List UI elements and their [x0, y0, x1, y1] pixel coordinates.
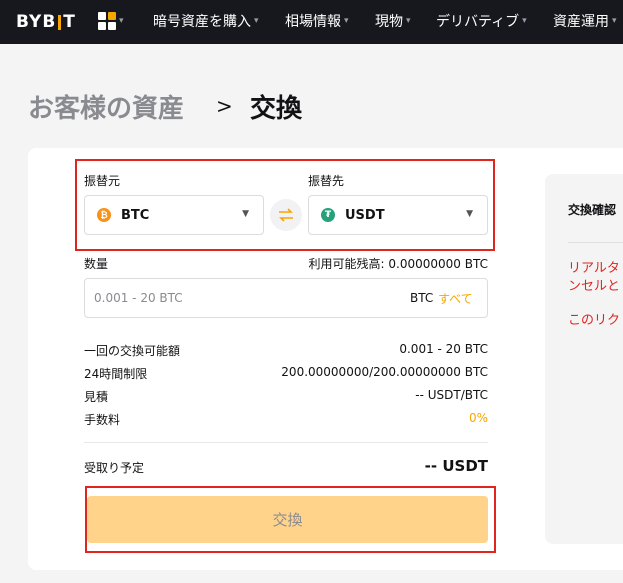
- to-coin-value: USDT: [345, 207, 385, 223]
- confirm-divider: [568, 242, 623, 243]
- nav-item-derivatives[interactable]: デリバティブ ▾: [436, 11, 527, 31]
- chevron-down-icon: ▾: [612, 16, 617, 26]
- nav-item-earn[interactable]: 資産運用 ▾: [553, 11, 617, 31]
- breadcrumb-separator: >: [216, 94, 233, 118]
- breadcrumb-assets-link[interactable]: お客様の資産: [28, 88, 184, 125]
- detail-row: 手数料 0%: [84, 411, 488, 427]
- swap-button[interactable]: [270, 199, 302, 231]
- apps-menu-button[interactable]: ▾: [98, 12, 124, 30]
- all-button[interactable]: すべて: [438, 290, 473, 307]
- swap-arrows-icon: [279, 208, 293, 222]
- from-coin-value: BTC: [121, 207, 150, 223]
- confirm-title: 交換確認: [568, 203, 617, 217]
- top-nav: BYB T ▾ 暗号資産を購入 ▾ 相場情報 ▾ 現物 ▾ デリバティブ ▾ 資産運用 ▾: [0, 0, 623, 44]
- nav-item-markets[interactable]: 相場情報 ▾: [285, 11, 349, 31]
- bybit-logo[interactable]: BYB T: [16, 12, 76, 32]
- chevron-down-icon: ▾: [522, 16, 527, 26]
- divider: [84, 442, 488, 443]
- receive-value: -- USDT: [424, 457, 488, 475]
- exchange-submit-button[interactable]: 交換: [87, 496, 488, 543]
- amount-unit: BTC: [410, 291, 434, 305]
- chevron-down-icon: ▾: [406, 16, 411, 26]
- logo-bar: [58, 14, 62, 30]
- from-coin-select[interactable]: ₿ BTC ▼: [84, 195, 264, 235]
- confirm-notice-line-1: リアルタ: [568, 261, 620, 276]
- nav-item-buy-crypto[interactable]: 暗号資産を購入 ▾: [153, 11, 259, 31]
- detail-row: 見積 -- USDT/BTC: [84, 388, 488, 404]
- amount-input[interactable]: 0.001 - 20 BTC BTC すべて: [84, 278, 488, 318]
- receive-label: 受取り予定: [84, 461, 145, 475]
- logo-text-right: T: [63, 12, 76, 32]
- available-balance: 利用可能残高: 0.00000000 BTC: [308, 257, 488, 271]
- confirm-notice-line-2: ンセルと: [568, 279, 621, 294]
- from-label: 振替元: [84, 174, 121, 188]
- to-label: 振替先: [308, 174, 345, 188]
- usdt-icon: ₮: [321, 208, 335, 222]
- dropdown-arrow-icon: ▼: [466, 209, 473, 219]
- chevron-down-icon: ▾: [119, 16, 124, 26]
- confirm-panel: [545, 174, 623, 544]
- btc-icon: ₿: [97, 208, 111, 222]
- amount-placeholder: 0.001 - 20 BTC: [94, 291, 183, 305]
- nav-item-spot[interactable]: 現物 ▾: [375, 11, 411, 31]
- detail-row: 一回の交換可能額 0.001 - 20 BTC: [84, 342, 488, 358]
- detail-row: 24時間制限 200.00000000/200.00000000 BTC: [84, 365, 488, 381]
- logo-text-left: BYB: [16, 12, 57, 32]
- chevron-down-icon: ▾: [254, 16, 259, 26]
- amount-label: 数量: [84, 257, 109, 271]
- chevron-down-icon: ▾: [344, 16, 349, 26]
- apps-grid-icon: [98, 12, 116, 30]
- to-coin-select[interactable]: ₮ USDT ▼: [308, 195, 488, 235]
- page-title: 交換: [250, 94, 303, 124]
- confirm-notice-line-3: このリク: [568, 313, 621, 328]
- fee-value: 0%: [468, 411, 488, 425]
- receive-row: 受取り予定 -- USDT: [84, 457, 488, 475]
- dropdown-arrow-icon: ▼: [242, 209, 249, 219]
